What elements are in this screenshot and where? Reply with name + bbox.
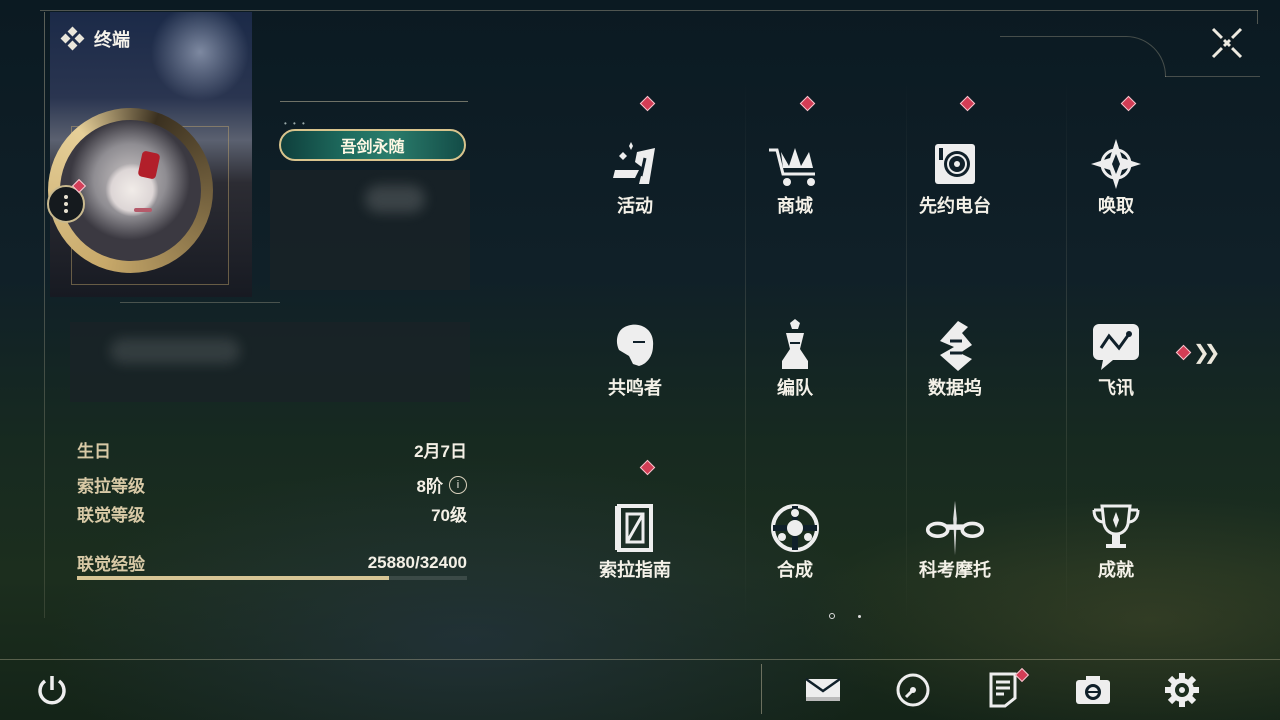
menu-item-label: 科考摩托 [919,560,991,580]
terminal-logo-icon [60,26,85,51]
player-title-text: 吾剑永随 [340,139,405,156]
camera-button[interactable] [1073,670,1113,710]
notes-button[interactable] [983,667,1030,710]
player-title-badge[interactable]: 吾剑永随 [279,129,466,161]
clock-button[interactable] [893,670,933,710]
menu-item-activity[interactable]: 活动 [555,90,715,272]
bottom-bar-separator [761,664,762,714]
player-signature-blurred[interactable] [70,322,470,402]
menu-item-label: 数据坞 [928,378,982,398]
stat-value: 25880/32400 [367,552,467,572]
stat-value-wrap: 8阶 i [417,472,467,497]
clock-icon [896,673,930,707]
title-dots-decor: • • • [284,119,307,128]
guide-book-icon [605,498,665,558]
settings-button[interactable] [1162,670,1202,710]
page-title-text: 终端 [94,30,130,50]
frame-left-border [44,12,45,618]
notification-badge [639,95,656,112]
event-icon [605,134,665,194]
stat-sola-level: 索拉等级 8阶 i [77,472,467,497]
exp-progress-fill [77,576,389,580]
menu-item-label: 商城 [777,196,813,216]
exp-progress-bar [77,576,467,580]
power-button[interactable] [32,670,72,710]
menu-item-resonators[interactable]: 共鸣者 [555,272,715,454]
stat-value: 8阶 [416,477,443,496]
menu-item-label: 共鸣者 [608,378,662,398]
notification-badge [639,459,656,476]
stat-label: 联觉经验 [77,555,145,574]
notification-badge [959,95,976,112]
mail-button[interactable] [803,670,843,710]
stat-label: 生日 [77,442,111,461]
stat-value: 2月7日 [414,442,467,461]
menu-item-label: 索拉指南 [599,560,671,580]
menu-item-shop[interactable]: 商城 [715,90,875,272]
close-button[interactable] [1206,22,1248,64]
notification-badge [799,95,816,112]
power-icon [38,676,66,705]
menu-item-data-bank[interactable]: 数据坞 [875,272,1035,454]
menu-item-guide[interactable]: 索拉指南 [555,454,715,636]
profile-divider [120,302,280,303]
page-indicator [829,613,861,619]
page-dot[interactable] [858,614,861,618]
frame-top-border [40,10,1258,11]
motorcycle-icon [925,498,985,558]
menu-item-label: 飞讯 [1098,378,1134,398]
menu-item-label: 唤取 [1098,196,1134,216]
stat-union-exp: 联觉经验 25880/32400 [77,550,467,575]
menu-item-team[interactable]: 编队 [715,272,875,454]
compass-star-icon [1086,134,1146,194]
double-chevron-right-icon: ❯❯ [1193,342,1220,364]
player-name-blurred [270,170,470,290]
stat-label: 联觉等级 [77,506,145,525]
resonator-icon [605,316,665,376]
synthesis-icon [765,498,825,558]
shop-cart-icon [765,134,825,194]
more-dots-icon [64,202,68,206]
notification-badge [1175,344,1192,361]
notification-badge [1120,95,1137,112]
info-icon[interactable]: i [449,475,467,494]
frame-curve-tail [1165,76,1260,77]
trophy-icon [1086,498,1146,558]
radio-icon [925,134,985,194]
notes-icon [989,672,1017,708]
chess-team-icon [765,316,825,376]
menu-item-convene[interactable]: 唤取 [1036,90,1196,272]
menu-item-label: 成就 [1098,560,1134,580]
page-title: 终端 [60,26,130,52]
frame-right-border [1257,10,1258,24]
close-icon [1211,27,1243,59]
chat-message-icon [1086,316,1146,376]
camera-icon [1076,676,1110,704]
stat-birthday: 生日 2月7日 [77,437,467,462]
menu-item-label: 编队 [777,378,813,398]
menu-item-messages[interactable]: 飞讯 [1036,272,1196,454]
stat-value: 70级 [431,506,467,525]
stat-union-level: 联觉等级 70级 [77,501,467,526]
page-dot-active[interactable] [829,613,835,619]
menu-item-motorcycle[interactable]: 科考摩托 [875,454,1035,636]
menu-item-achievements[interactable]: 成就 [1036,454,1196,636]
next-page-button[interactable]: ❯❯ [1175,340,1220,365]
title-divider [280,101,468,102]
frame-curve [1000,36,1166,77]
data-bank-icon [925,316,985,376]
stat-label: 索拉等级 [77,477,145,496]
menu-item-label: 活动 [617,196,653,216]
menu-item-synthesis[interactable]: 合成 [715,454,875,636]
settings-gear-icon [1165,673,1199,707]
menu-item-label: 合成 [777,560,813,580]
menu-item-radio[interactable]: 先约电台 [875,90,1035,272]
menu-item-label: 先约电台 [919,196,991,216]
mail-icon [805,677,841,701]
bottom-bar-divider [0,659,1280,660]
